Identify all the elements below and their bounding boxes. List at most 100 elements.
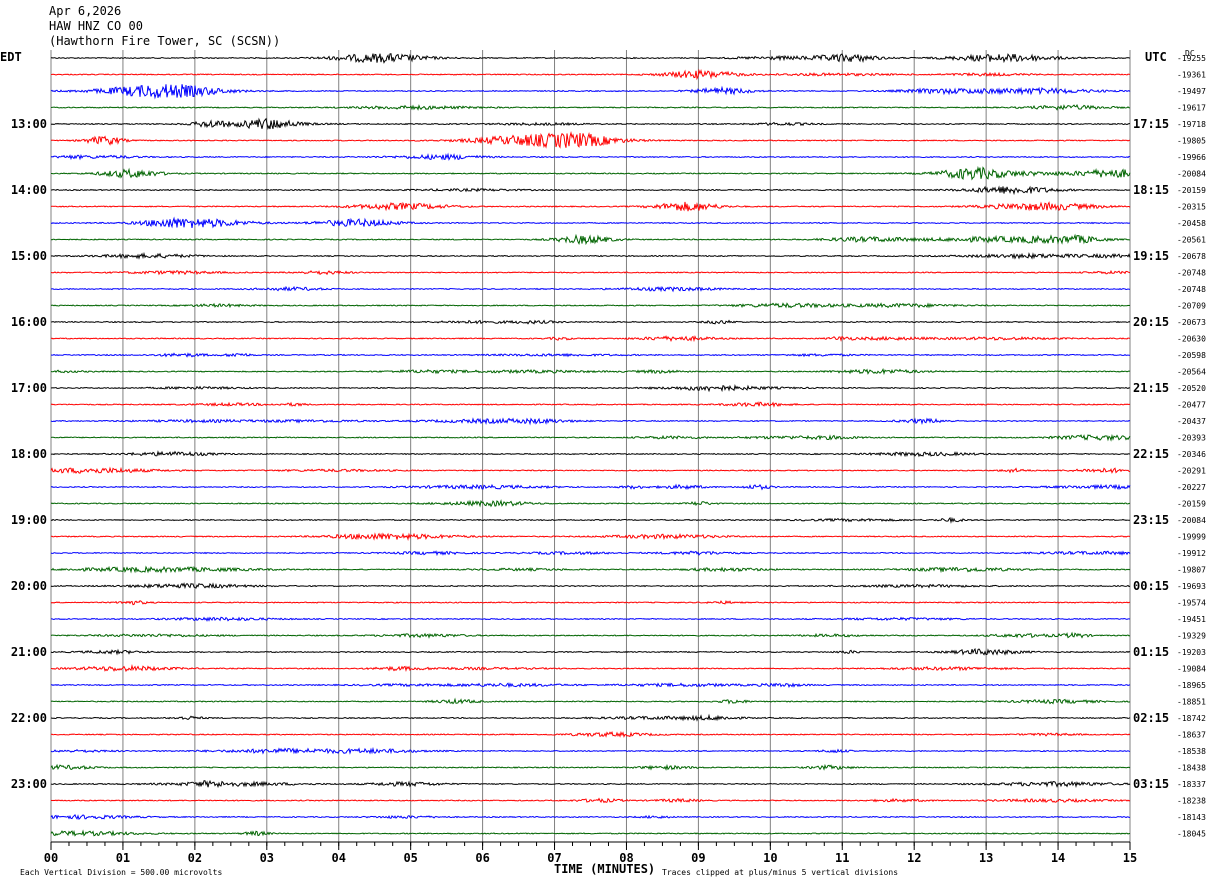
left-hour-label: 23:00 [11, 777, 47, 791]
x-tick-label: 02 [188, 851, 202, 865]
dc-offset-label: -20159 [1177, 186, 1206, 195]
seismic-trace [50, 68, 1131, 81]
dc-offset-label: -19497 [1177, 87, 1206, 96]
seismic-trace [50, 368, 1131, 376]
x-axis-title: TIME (MINUTES) [554, 862, 655, 876]
seismic-trace [50, 104, 1131, 111]
right-hour-label: 21:15 [1133, 381, 1169, 395]
left-hour-label: 13:00 [11, 117, 47, 131]
dc-offset-label: -19805 [1177, 137, 1206, 146]
seismic-trace [50, 251, 1131, 260]
x-tick-label: 05 [403, 851, 417, 865]
seismic-trace [50, 616, 1131, 622]
seismic-trace [50, 335, 1130, 343]
dc-offset-label: -20564 [1177, 368, 1206, 377]
seismic-trace [50, 269, 1131, 276]
dc-offset-label: -20561 [1177, 236, 1206, 245]
seismic-trace [50, 285, 1131, 293]
seismic-traces [50, 53, 1131, 837]
seismic-trace [50, 233, 1130, 246]
x-tick-label: 11 [835, 851, 849, 865]
left-hour-label: 18:00 [11, 447, 47, 461]
dc-offset-label: -18851 [1177, 698, 1206, 707]
dc-offset-label: -18965 [1177, 681, 1206, 690]
dc-offset-label: -19574 [1177, 599, 1206, 608]
dc-offset-label: -19084 [1177, 665, 1206, 674]
dc-offset-label: -18637 [1177, 731, 1206, 740]
seismic-trace [50, 152, 1131, 161]
scale-note: Each Vertical Division = 500.00 microvol… [20, 868, 222, 877]
seismic-trace [50, 582, 1131, 590]
seismic-trace [50, 401, 1131, 408]
x-tick-label: 09 [691, 851, 705, 865]
x-tick-label: 00 [44, 851, 58, 865]
dc-offset-label: -20227 [1177, 483, 1206, 492]
x-tick-label: 15 [1123, 851, 1137, 865]
right-hour-label: 19:15 [1133, 249, 1169, 263]
seismic-trace [50, 352, 1130, 358]
seismic-trace [50, 84, 1131, 100]
seismic-trace [50, 216, 1131, 229]
x-tick-label: 14 [1051, 851, 1065, 865]
seismic-trace [51, 165, 1131, 181]
dc-offset-label: -18337 [1177, 780, 1206, 789]
dc-offset-label: -20315 [1177, 203, 1206, 212]
right-hour-label: 20:15 [1133, 315, 1169, 329]
helicorder-plot: 00 01 02 03 04 05 06 07 08 09 10 11 12 13 14 15-19255-1… [0, 49, 1206, 877]
seismic-trace [50, 647, 1131, 656]
seismic-trace [50, 746, 1131, 755]
right-hour-label: 17:15 [1133, 117, 1169, 131]
x-tick-label: 10 [763, 851, 777, 865]
seismic-trace [50, 682, 1131, 689]
right-hour-label: 18:15 [1133, 183, 1169, 197]
dc-offset-label: -20598 [1177, 351, 1206, 360]
dc-offset-label: -18045 [1177, 830, 1206, 839]
dc-offset-label: -19329 [1177, 632, 1206, 641]
dc-offset-label: -20393 [1177, 434, 1206, 443]
seismic-trace [50, 779, 1131, 789]
seismic-trace [50, 417, 1131, 426]
seismic-trace [51, 185, 1131, 196]
seismic-trace [50, 565, 1131, 574]
left-hour-label: 17:00 [11, 381, 47, 395]
seismic-trace [50, 53, 1131, 64]
x-tick-label: 06 [475, 851, 489, 865]
seismic-trace [50, 829, 1131, 837]
x-tick-label: 04 [332, 851, 346, 865]
left-timezone-label: EDT [0, 50, 22, 64]
seismic-trace [50, 302, 1131, 309]
left-hour-label: 16:00 [11, 315, 47, 329]
dc-label: DC [1185, 49, 1195, 58]
grid-lines [50, 50, 1131, 850]
dc-offset-label: -20748 [1177, 269, 1206, 278]
right-timezone-label: UTC [1145, 50, 1167, 64]
seismic-trace [50, 550, 1131, 557]
seismic-trace [50, 713, 1131, 722]
dc-offset-label: -19966 [1177, 153, 1206, 162]
left-hour-label: 22:00 [11, 711, 47, 725]
dc-offset-label: -19203 [1177, 648, 1206, 657]
seismic-trace [50, 814, 1130, 820]
seismic-trace [50, 319, 1131, 325]
dc-offset-label: -19693 [1177, 582, 1206, 591]
x-tick-label: 13 [979, 851, 993, 865]
dc-offset-label: -18143 [1177, 813, 1206, 822]
seismic-trace [50, 201, 1131, 212]
dc-offset-label: -19617 [1177, 104, 1206, 113]
seismic-trace [50, 600, 1131, 606]
seismic-trace [50, 730, 1131, 738]
seismic-trace [50, 532, 1131, 541]
dc-offset-label: -20437 [1177, 417, 1206, 426]
seismic-trace [50, 483, 1131, 491]
right-hour-label: 01:15 [1133, 645, 1169, 659]
dc-offset-label: -20477 [1177, 401, 1206, 410]
x-tick-label: 03 [260, 851, 274, 865]
seismic-trace [50, 499, 1130, 508]
left-hour-label: 20:00 [11, 579, 47, 593]
right-hour-label: 02:15 [1133, 711, 1169, 725]
right-hour-label: 00:15 [1133, 579, 1169, 593]
left-hour-label: 15:00 [11, 249, 47, 263]
x-tick-label: 12 [907, 851, 921, 865]
dc-offset-label: -20084 [1177, 516, 1206, 525]
dc-offset-label: -19451 [1177, 615, 1206, 624]
